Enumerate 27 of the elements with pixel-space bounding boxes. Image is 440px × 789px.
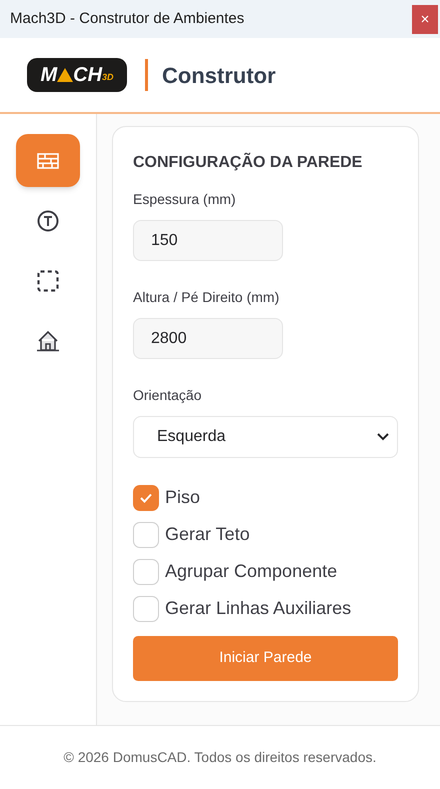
triangle-icon (57, 68, 74, 82)
checkbox-label: Agrupar Componente (165, 560, 338, 583)
letter-t-circle-icon (37, 210, 59, 232)
close-button[interactable]: × (412, 4, 438, 34)
input-field[interactable]: 150 (133, 220, 283, 261)
window-title: Mach3D - Construtor de Ambientes (10, 8, 244, 29)
field-label: Espessura (mm) (133, 190, 237, 209)
checkbox-label: Piso (165, 486, 200, 509)
field-label: Orientação (133, 386, 202, 405)
checkbox-label: Gerar Linhas Auxiliares (165, 597, 352, 620)
footer-text: © 2026 DomusCAD. Todos os direitos reservados. (64, 748, 376, 767)
checkbox[interactable] (133, 596, 159, 622)
app-title: Construtor (162, 62, 276, 90)
input-field[interactable]: 2800 (133, 318, 283, 359)
checkbox-label: Gerar Teto (165, 523, 250, 546)
checkbox[interactable] (133, 522, 159, 548)
check-icon (140, 492, 152, 502)
field-label: Altura / Pé Direito (mm) (133, 288, 280, 307)
checkbox[interactable] (133, 484, 159, 510)
dashed-square-icon (37, 270, 59, 292)
checkbox[interactable] (133, 558, 159, 584)
chevron-down-icon (377, 433, 389, 441)
select-field[interactable]: Esquerda (133, 416, 398, 458)
card-title: CONFIGURAÇÃO DA PAREDE (133, 152, 364, 173)
brick-wall-icon (37, 152, 59, 168)
house-icon (36, 330, 60, 352)
logo: M CH3D (27, 58, 127, 92)
